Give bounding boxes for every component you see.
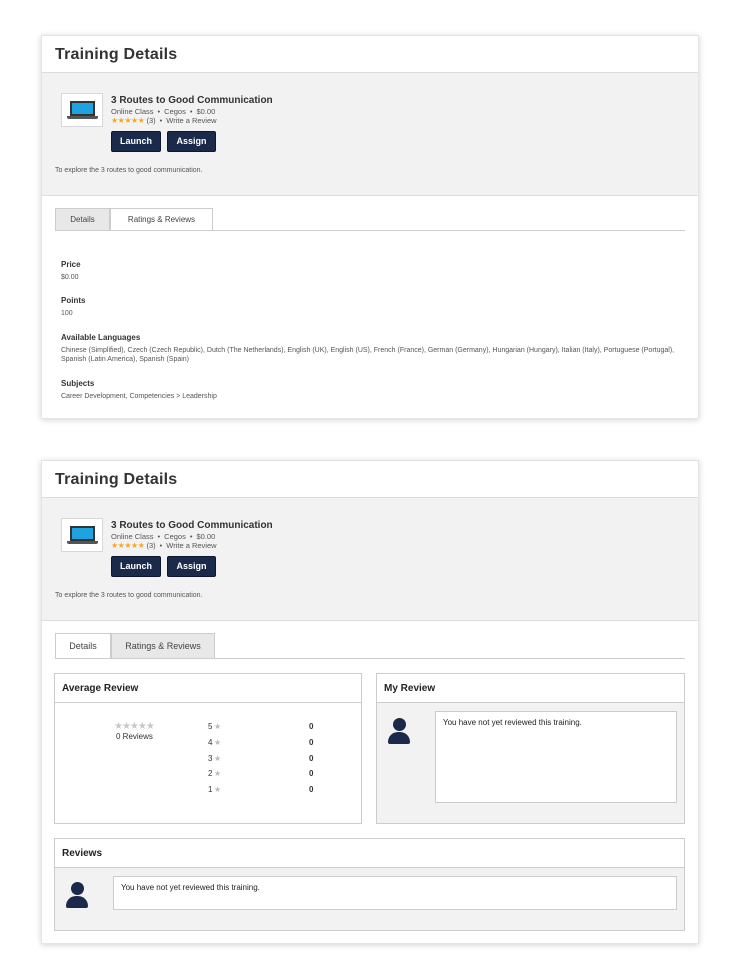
course-summary: 3 Routes to Good Communication Online Cl…	[42, 73, 698, 196]
rating-count: (3)	[146, 116, 156, 125]
points-label: Points	[61, 296, 86, 305]
course-title: 3 Routes to Good Communication	[111, 95, 273, 106]
tab-details[interactable]: Details	[55, 633, 111, 658]
rating-row: 1 ★ 0	[208, 785, 318, 797]
assign-button[interactable]: Assign	[167, 131, 216, 152]
course-title: 3 Routes to Good Communication	[111, 520, 273, 531]
rating-level: 5	[208, 722, 213, 731]
course-provider: Cegos	[164, 532, 186, 541]
average-stars-icon: ★★★★★	[114, 721, 155, 732]
star-icon: ★	[214, 785, 222, 794]
assign-button[interactable]: Assign	[167, 556, 216, 577]
tab-ratings-reviews[interactable]: Ratings & Reviews	[110, 208, 213, 230]
write-review-link[interactable]: Write a Review	[166, 541, 216, 550]
rating-count: (3)	[146, 541, 156, 550]
rating-level: 2	[208, 769, 213, 778]
languages-label: Available Languages	[61, 333, 141, 342]
average-review-heading: Average Review	[55, 674, 361, 703]
rating-row: 2 ★ 0	[208, 769, 318, 781]
rating-count: 0	[309, 722, 314, 731]
course-price: $0.00	[196, 107, 216, 116]
rating-count: 0	[309, 785, 314, 794]
course-type: Online Class	[111, 532, 154, 541]
subjects-value: Career Development, Competencies > Leade…	[61, 393, 217, 400]
course-description: To explore the 3 routes to good communic…	[55, 592, 203, 599]
laptop-icon	[61, 93, 103, 127]
page-title: Training Details	[42, 461, 698, 498]
reviews-total: 0 Reviews	[116, 732, 153, 741]
user-avatar-icon	[387, 717, 411, 745]
rating-count: 0	[309, 754, 314, 763]
reviews-message: You have not yet reviewed this training.	[113, 876, 677, 910]
course-meta: Online Class • Cegos • $0.00	[111, 532, 216, 541]
rating-level: 1	[208, 785, 213, 794]
tab-bar: Details Ratings & Reviews	[55, 208, 685, 231]
launch-button[interactable]: Launch	[111, 131, 161, 152]
course-meta: Online Class • Cegos • $0.00	[111, 107, 216, 116]
rating-count: 0	[309, 769, 314, 778]
reviews-heading: Reviews	[55, 839, 684, 868]
subjects-label: Subjects	[61, 379, 95, 388]
course-summary: 3 Routes to Good Communication Online Cl…	[42, 498, 698, 621]
rating-stars-icon: ★★★★★	[111, 116, 145, 125]
course-rating: ★★★★★ (3) • Write a Review	[111, 541, 217, 550]
tab-bar: Details Ratings & Reviews	[55, 633, 685, 659]
write-review-link[interactable]: Write a Review	[166, 116, 216, 125]
user-avatar-icon	[65, 881, 89, 909]
laptop-icon	[61, 518, 103, 552]
my-review-box: My Review You have not yet reviewed this…	[376, 673, 685, 824]
training-details-panel-details: Training Details 3 Routes to Good Commun…	[41, 35, 699, 419]
rating-row: 4 ★ 0	[208, 738, 318, 750]
star-icon: ★	[214, 769, 222, 778]
points-value: 100	[61, 310, 73, 317]
course-description: To explore the 3 routes to good communic…	[55, 167, 203, 174]
rating-level: 4	[208, 738, 213, 747]
rating-count: 0	[309, 738, 314, 747]
languages-value: Chinese (Simplified), Czech (Czech Repub…	[61, 347, 675, 363]
my-review-heading: My Review	[377, 674, 684, 703]
training-details-panel-ratings: Training Details 3 Routes to Good Commun…	[41, 460, 699, 944]
rating-row: 5 ★ 0	[208, 722, 318, 734]
average-review-box: Average Review ★★★★★ 0 Reviews 5 ★ 0 4 ★ 0 3…	[54, 673, 362, 824]
tab-details[interactable]: Details	[55, 208, 110, 230]
star-icon: ★	[214, 738, 222, 747]
course-price: $0.00	[196, 532, 216, 541]
course-type: Online Class	[111, 107, 154, 116]
reviews-box: Reviews You have not yet reviewed this t…	[54, 838, 685, 931]
rating-row: 3 ★ 0	[208, 754, 318, 766]
price-label: Price	[61, 260, 81, 269]
course-provider: Cegos	[164, 107, 186, 116]
rating-level: 3	[208, 754, 213, 763]
price-value: $0.00	[61, 274, 79, 281]
my-review-message: You have not yet reviewed this training.	[435, 711, 677, 803]
course-rating: ★★★★★ (3) • Write a Review	[111, 116, 217, 125]
tab-ratings-reviews[interactable]: Ratings & Reviews	[111, 633, 215, 658]
star-icon: ★	[214, 754, 222, 763]
page-title: Training Details	[42, 36, 698, 73]
launch-button[interactable]: Launch	[111, 556, 161, 577]
star-icon: ★	[214, 722, 222, 731]
rating-stars-icon: ★★★★★	[111, 541, 145, 550]
